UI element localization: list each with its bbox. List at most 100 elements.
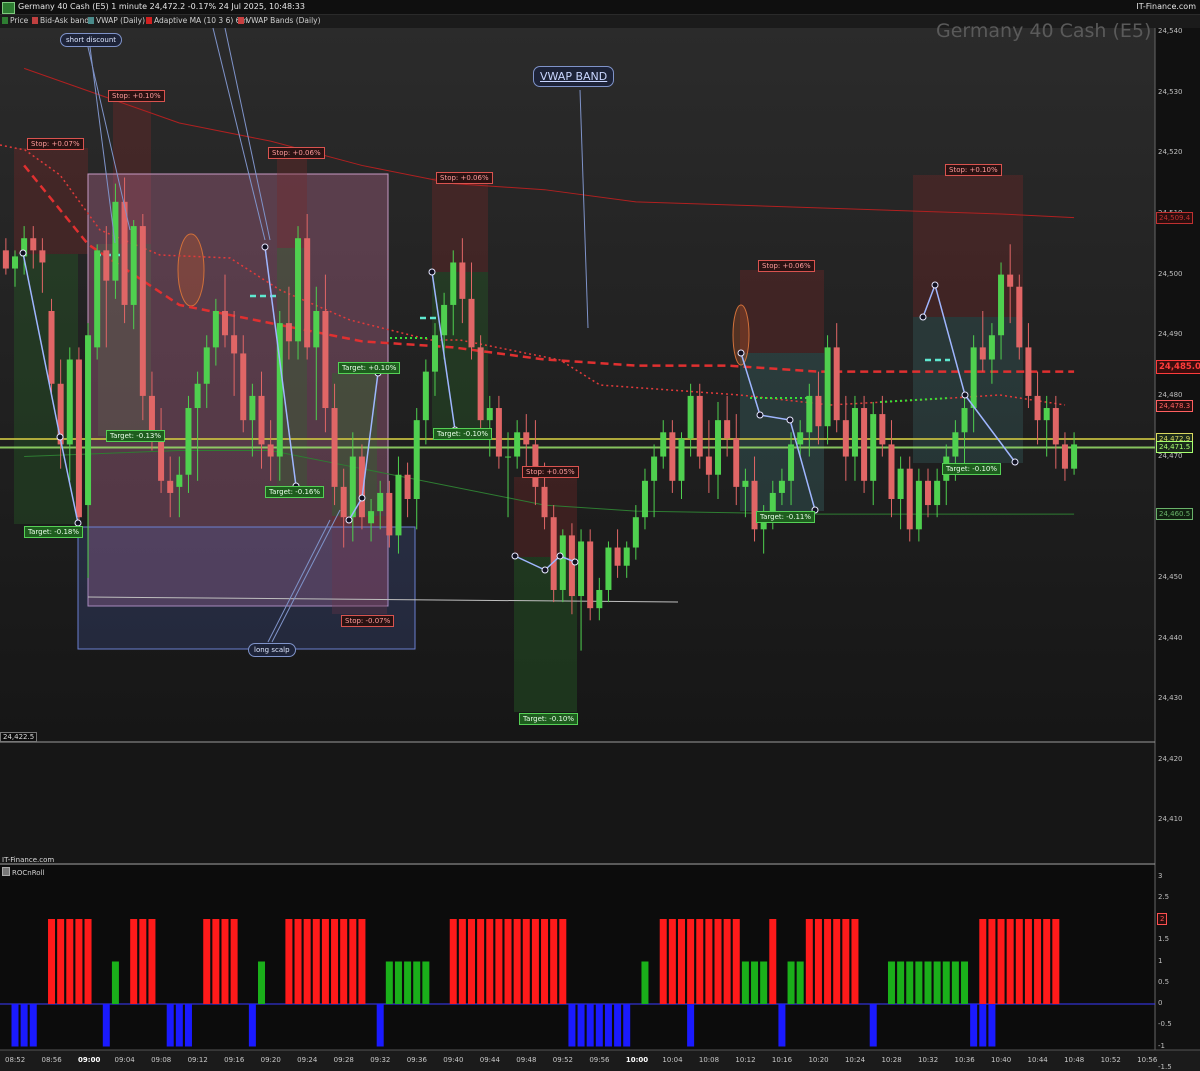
target-label: Target: -0.10%	[519, 713, 579, 725]
indicator-tick-label: 0.5	[1158, 977, 1170, 986]
time-tick-label: 10:48	[1064, 1056, 1085, 1064]
indicator-bar	[294, 919, 302, 1004]
candle-body	[1043, 408, 1050, 421]
candle-body	[1052, 408, 1059, 445]
callout-long-scalp[interactable]: long scalp	[248, 643, 296, 657]
indicator-bar	[906, 961, 914, 1004]
trade-zone-box	[77, 526, 416, 650]
indicator-bar	[75, 919, 83, 1004]
target-label: Target: -0.18%	[24, 526, 84, 538]
candle-body	[559, 535, 566, 590]
indicator-bar	[751, 961, 759, 1004]
candle-body	[678, 438, 685, 481]
indicator-bar	[677, 919, 685, 1004]
trade-point-marker	[19, 249, 27, 257]
time-tick-label: 09:04	[114, 1056, 135, 1064]
indicator-bar	[897, 961, 905, 1004]
candle	[1016, 274, 1023, 360]
lower-pane-background	[0, 742, 1155, 863]
candle-body	[568, 535, 575, 597]
candle-body	[295, 238, 302, 342]
indicator-bar	[687, 1004, 695, 1047]
legend-swatch-icon	[2, 867, 10, 876]
candle-body	[112, 201, 119, 281]
candle-body	[349, 456, 356, 518]
time-tick-label: 10:00	[625, 1056, 649, 1064]
candle-body	[514, 432, 521, 457]
target-label: Target: +0.10%	[338, 362, 401, 374]
indicator-bar	[84, 919, 92, 1004]
candle-body	[249, 395, 256, 421]
indicator-bar	[340, 919, 348, 1004]
candle-body	[1025, 347, 1032, 396]
candle-body	[988, 335, 995, 360]
candle-body	[12, 256, 18, 269]
target-label: Target: -0.10%	[433, 428, 493, 440]
candle-body	[952, 432, 959, 457]
price-tick-label: 24,450	[1158, 572, 1183, 581]
time-tick-label: 09:24	[297, 1056, 318, 1064]
candle-body	[167, 480, 174, 493]
price-tick-label: 24,480	[1158, 390, 1183, 399]
indicator-bar	[394, 961, 402, 1004]
trade-point-marker	[56, 433, 64, 441]
candle	[696, 383, 703, 469]
time-tick-label: 09:28	[333, 1056, 354, 1064]
indicator-bar	[577, 1004, 585, 1047]
indicator-bar	[358, 919, 366, 1004]
time-tick-label: 09:12	[187, 1056, 208, 1064]
trade-zone-box	[14, 148, 88, 254]
indicator-legend[interactable]: ROCnRoll	[2, 867, 44, 877]
time-tick-label: 08:52	[5, 1056, 26, 1064]
indicator-bar	[57, 919, 65, 1004]
callout-short-discount[interactable]: short discount	[60, 33, 122, 47]
indicator-bar	[449, 919, 457, 1004]
indicator-bar	[66, 919, 74, 1004]
candle-body	[1007, 274, 1014, 287]
indicator-bar	[312, 919, 320, 1004]
candle-body	[66, 359, 73, 445]
target-label: Target: -0.11%	[756, 511, 816, 523]
candle-body	[979, 347, 986, 360]
indicator-bar	[559, 919, 567, 1004]
indicator-tick-label: 1.5	[1158, 935, 1170, 944]
indicator-bar	[760, 961, 768, 1004]
indicator-bar	[970, 1004, 978, 1047]
time-tick-label: 10:20	[808, 1056, 829, 1064]
candle-body	[468, 298, 475, 348]
candle-body	[669, 432, 676, 481]
indicator-bar	[997, 919, 1005, 1004]
candle	[550, 505, 557, 603]
indicator-bar	[385, 961, 393, 1004]
trade-zone-box	[514, 557, 577, 712]
trade-point-marker	[919, 313, 927, 321]
candle-body	[176, 474, 183, 487]
highlight-ellipse	[177, 233, 205, 307]
candle-body	[651, 456, 658, 481]
indicator-bar	[130, 919, 138, 1004]
time-tick-label: 09:40	[443, 1056, 464, 1064]
candle-body	[103, 250, 110, 281]
candle-body	[861, 408, 868, 481]
trade-point-marker	[556, 552, 564, 560]
stop-label: Stop: +0.10%	[945, 164, 1002, 176]
price-chart[interactable]	[0, 0, 1200, 1067]
indicator-bar	[11, 1004, 19, 1047]
candle-body	[596, 589, 603, 609]
candle-body	[48, 310, 55, 384]
trade-point-marker	[261, 243, 269, 251]
indicator-bar	[988, 1004, 996, 1047]
candle-body	[505, 456, 512, 458]
candle-body	[139, 226, 146, 396]
candle-body	[422, 371, 429, 421]
candle-body	[231, 335, 238, 354]
candle-body	[888, 444, 895, 500]
candle-body	[413, 420, 420, 500]
indicator-bar	[1015, 919, 1023, 1004]
indicator-bar	[769, 919, 777, 1004]
indicator-bar	[787, 961, 795, 1004]
stop-label: Stop: +0.06%	[436, 172, 493, 184]
indicator-bar	[203, 919, 211, 1004]
callout-vwap-band[interactable]: VWAP BAND	[533, 66, 615, 87]
candle	[94, 244, 101, 360]
